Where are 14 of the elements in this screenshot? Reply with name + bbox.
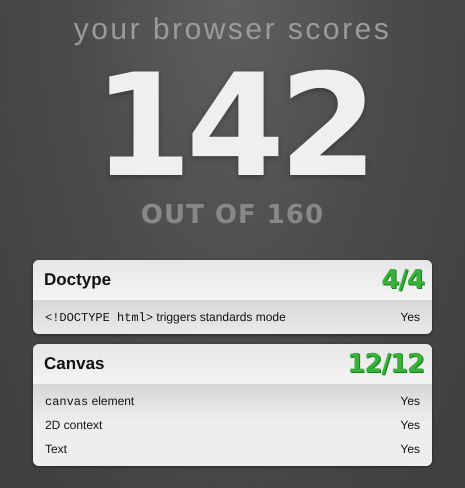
feature-label: <!DOCTYPE html> triggers standards mode <box>45 310 286 324</box>
feature-label: canvas element <box>45 394 134 408</box>
result-text: Yes <box>400 310 420 324</box>
section-title: Canvas <box>44 354 104 374</box>
feature-label: 2D context <box>45 418 102 432</box>
section-title: Doctype <box>44 270 112 290</box>
result-text: Yes <box>400 394 420 408</box>
result-text: Yes <box>400 442 420 456</box>
section-score: 4/4 <box>381 265 424 295</box>
feature-label: Text <box>45 442 68 456</box>
heading: your browser scores <box>74 12 392 48</box>
total-score: 142 <box>93 52 372 202</box>
section-score: 12/12 <box>347 349 424 379</box>
result-text: Yes <box>400 418 420 432</box>
